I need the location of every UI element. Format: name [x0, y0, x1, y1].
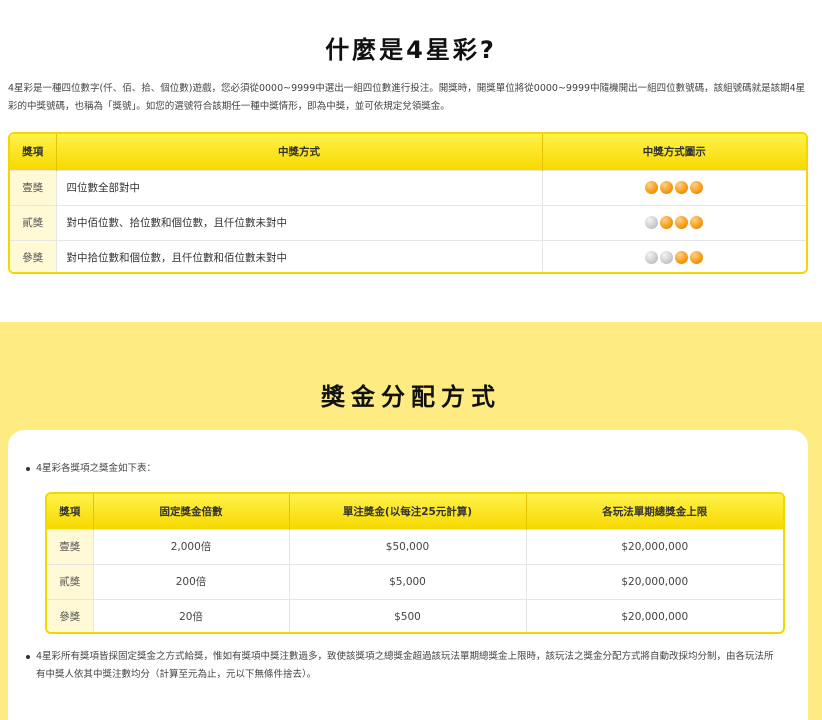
table-row: 參獎 對中拾位數和個位數，且仟位數和佰位數未對中 — [10, 239, 806, 272]
section-title-prize: 獎金分配方式 — [321, 383, 501, 411]
prize-rank: 參獎 — [47, 598, 94, 632]
gray-ball-icon — [660, 251, 674, 265]
bullet-prize-rule: 4星彩所有獎項皆採固定獎金之方式給獎，惟如有獎項中獎注數過多，致使該獎項之總獎金… — [26, 648, 776, 684]
gray-ball-icon — [645, 216, 659, 229]
game-description: 4星彩是一種四位數字(仟、佰、拾、個位數)遊戲，您必須從0000~9999中選出… — [8, 83, 806, 112]
table-row: 貳獎 200倍 $5,000 $20,000,000 — [47, 563, 783, 599]
prize-rank: 貳獎 — [47, 563, 94, 599]
header-prize-cap: 各玩法單期總獎金上限 — [526, 494, 783, 529]
bullet-prize-table-intro: 4星彩各獎項之獎金如下表： — [26, 460, 776, 478]
header-method: 中獎方式 — [56, 134, 543, 170]
prize-multiplier: 20倍 — [93, 598, 290, 632]
bullet-dot-icon — [26, 655, 30, 659]
table-row: 壹獎 2,000倍 $50,000 $20,000,000 — [47, 528, 783, 564]
win-diagram — [542, 239, 806, 272]
section-title-what-is: 什麼是4星彩? — [325, 36, 497, 64]
table-header-row: 獎項 固定獎金倍數 單注獎金(以每注25元計算) 各玩法單期總獎金上限 — [47, 494, 783, 529]
orange-ball-icon — [690, 181, 704, 194]
orange-ball-icon — [660, 216, 674, 229]
header-rank: 獎項 — [10, 134, 57, 170]
single-prize: $500 — [289, 598, 527, 632]
prize-rank: 壹獎 — [10, 169, 57, 205]
prize-multiplier: 2,000倍 — [93, 528, 290, 564]
orange-ball-icon — [675, 251, 689, 265]
bullet-text: 4星彩各獎項之獎金如下表： — [36, 463, 157, 474]
header-multiplier: 固定獎金倍數 — [93, 494, 290, 529]
table-row: 參獎 20倍 $500 $20,000,000 — [47, 598, 783, 632]
win-method: 對中佰位數、拾位數和個位數，且仟位數未對中 — [56, 204, 543, 240]
orange-ball-icon — [660, 181, 674, 194]
win-diagram — [542, 204, 806, 240]
prize-distribution-section: 獎金分配方式 4星彩各獎項之獎金如下表： 獎項 固定獎金倍數 單注獎金(以每注2… — [0, 322, 822, 720]
table-header-row: 獎項 中獎方式 中獎方式圖示 — [10, 134, 806, 170]
table-row: 貳獎 對中佰位數、拾位數和個位數，且仟位數未對中 — [10, 204, 806, 240]
prize-cap: $20,000,000 — [526, 563, 783, 599]
table-row: 壹獎 四位數全部對中 — [10, 169, 806, 205]
header-diagram: 中獎方式圖示 — [542, 134, 806, 170]
single-prize: $5,000 — [289, 563, 527, 599]
orange-ball-icon — [645, 181, 659, 194]
prize-table: 獎項 固定獎金倍數 單注獎金(以每注25元計算) 各玩法單期總獎金上限 壹獎 2… — [45, 492, 785, 634]
bullet-dot-icon — [26, 467, 30, 471]
win-method: 四位數全部對中 — [56, 169, 543, 205]
orange-ball-icon — [675, 181, 689, 194]
bullet-text: 4星彩所有獎項皆採固定獎金之方式給獎，惟如有獎項中獎注數過多，致使該獎項之總獎金… — [36, 651, 774, 680]
win-method-table: 獎項 中獎方式 中獎方式圖示 壹獎 四位數全部對中 貳獎 對中佰位數、拾位數和個… — [8, 132, 808, 274]
prize-multiplier: 200倍 — [93, 563, 290, 599]
win-diagram — [542, 169, 806, 205]
orange-ball-icon — [675, 216, 689, 229]
prize-rank: 壹獎 — [47, 528, 94, 564]
orange-ball-icon — [690, 251, 704, 265]
orange-ball-icon — [690, 216, 704, 229]
prize-rank: 參獎 — [10, 239, 57, 272]
header-rank: 獎項 — [47, 494, 94, 529]
prize-card: 4星彩各獎項之獎金如下表： 獎項 固定獎金倍數 單注獎金(以每注25元計算) 各… — [8, 430, 808, 720]
prize-cap: $20,000,000 — [526, 598, 783, 632]
single-prize: $50,000 — [289, 528, 527, 564]
prize-rank: 貳獎 — [10, 204, 57, 240]
prize-cap: $20,000,000 — [526, 528, 783, 564]
what-is-4star-section: 什麼是4星彩? 4星彩是一種四位數字(仟、佰、拾、個位數)遊戲，您必須從0000… — [0, 0, 822, 322]
header-single-prize: 單注獎金(以每注25元計算) — [289, 494, 527, 529]
gray-ball-icon — [645, 251, 659, 265]
win-method: 對中拾位數和個位數，且仟位數和佰位數未對中 — [56, 239, 543, 272]
